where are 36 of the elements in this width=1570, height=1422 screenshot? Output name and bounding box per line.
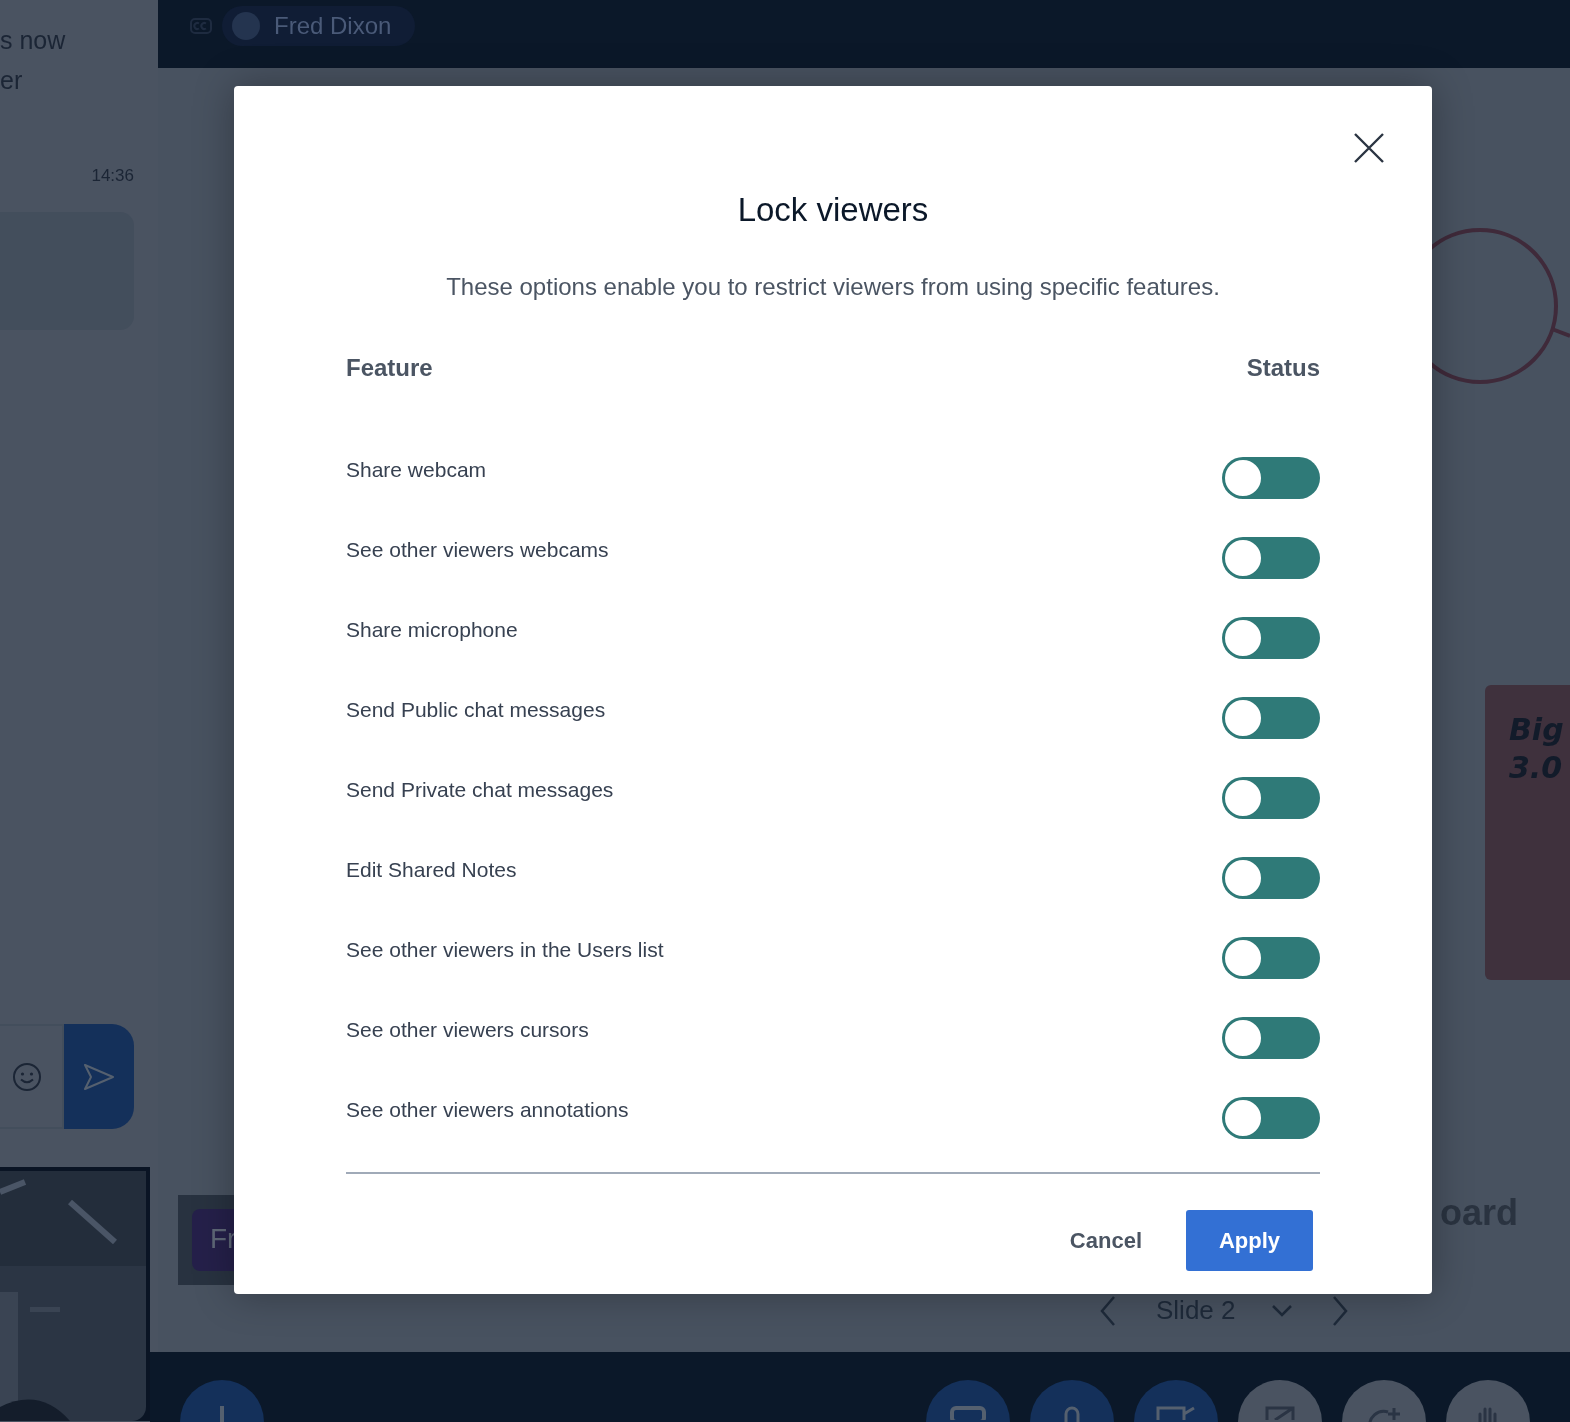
toggle-switch[interactable] [1222,457,1320,499]
toggle-switch[interactable] [1222,857,1320,899]
toggle-switch[interactable] [1222,937,1320,979]
feature-label: See other viewers cursors [346,1017,589,1043]
presenter-pill[interactable]: Fred Dixon [222,6,416,46]
feature-label: Share webcam [346,457,487,483]
cancel-button[interactable]: Cancel [1069,1227,1142,1254]
next-slide-icon[interactable] [1331,1295,1348,1326]
apply-button[interactable]: Apply [1186,1210,1313,1271]
previous-slide-icon[interactable] [1100,1295,1116,1326]
avatar-icon [232,12,260,40]
close-button[interactable] [1354,133,1384,163]
column-header: Feature [346,354,433,382]
dialog-description: These options enable you to restrict viewers from using specific features. [445,272,1221,302]
presenter-name: Fred Dixon [274,12,392,40]
chevron-down-icon[interactable] [1271,1304,1292,1317]
close-icon [1354,133,1384,163]
toggle-switch[interactable] [1222,537,1320,579]
column-header: Status [1246,354,1320,382]
feature-label: See other viewers annotations [346,1097,629,1123]
feature-label: Share microphone [346,617,518,643]
feature-label: Send Public chat messages [346,697,606,723]
dialog-title: Lock viewers [736,190,930,230]
toggle-switch[interactable] [1222,617,1320,659]
toggle-switch[interactable] [1222,1017,1320,1059]
toggle-switch[interactable] [1222,697,1320,739]
toggle-switch[interactable] [1222,777,1320,819]
feature-label: Send Private chat messages [346,777,614,803]
toggle-switch[interactable] [1222,1097,1320,1139]
feature-label: See other viewers in the Users list [346,937,664,963]
send-button[interactable] [64,1024,134,1129]
emoji-icon[interactable] [12,1061,42,1092]
microphone-icon [1064,1406,1080,1422]
feature-label: Edit Shared Notes [346,857,517,883]
send-icon [83,1062,115,1091]
feature-label: See other viewers webcams [346,537,609,563]
